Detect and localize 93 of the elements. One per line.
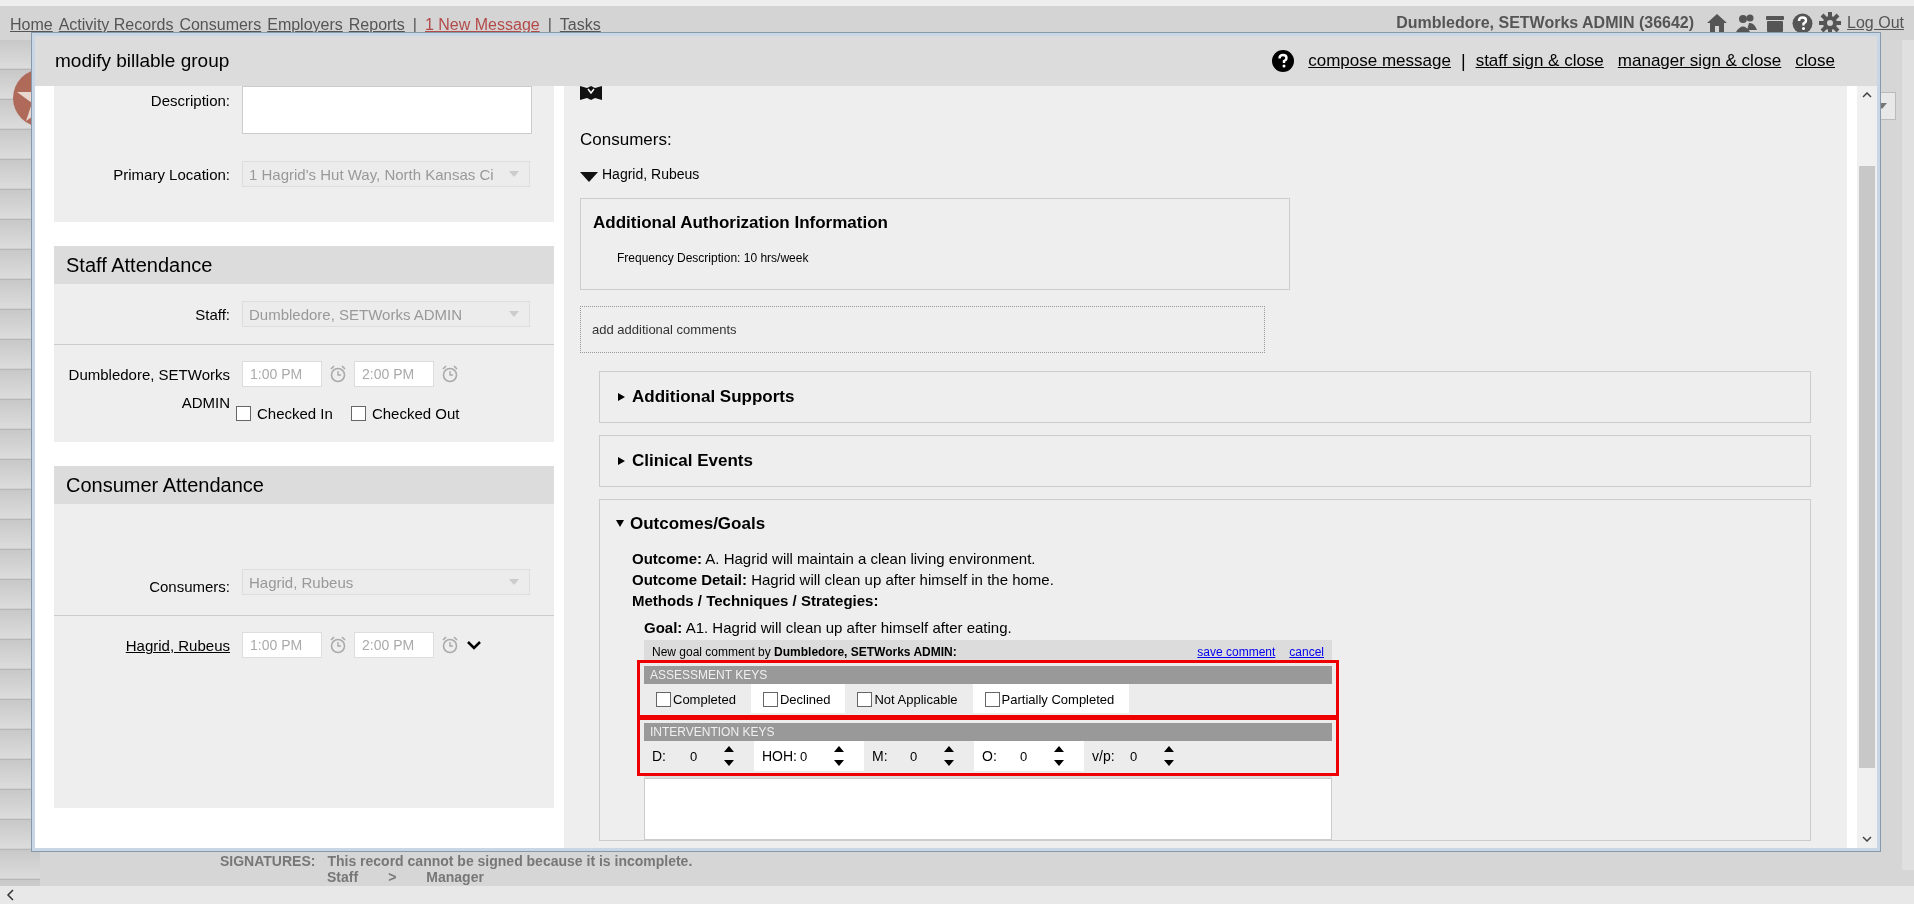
- caret-icon: [509, 579, 519, 585]
- signatures-label: SIGNATURES:: [220, 853, 316, 869]
- field-label: Consumers:: [580, 130, 673, 150]
- accordion-header[interactable]: Clinical Events: [600, 436, 1810, 486]
- comment-author: New goal comment by Dumbledore, SETWorks ADMIN:: [652, 645, 957, 659]
- step-label: Staff: [327, 869, 359, 885]
- checkbox-label: Checked In: [257, 405, 333, 422]
- section-title: Staff Attendance: [54, 246, 554, 284]
- triangle-icon: [618, 393, 626, 401]
- cancel-link[interactable]: cancel: [1289, 645, 1324, 659]
- key-label: O:: [982, 748, 998, 764]
- card-title: Additional Authorization Information: [593, 213, 889, 233]
- goal-text: Goal: A1. Hagrid will clean up after himself after eating.: [644, 619, 1013, 636]
- field-label: Consumers:: [148, 578, 230, 595]
- key-label: HOH:: [762, 748, 798, 764]
- clock-icon: [329, 636, 347, 654]
- checkbox[interactable]: [762, 692, 778, 707]
- field-label: Description:: [149, 92, 230, 109]
- keys-header: ASSESSMENT KEYS: [644, 666, 1332, 684]
- nav-link[interactable]: Tasks: [559, 16, 601, 34]
- staff-name: Dumbledore, SETWorks ADMIN: [67, 365, 230, 413]
- map-icon: [580, 86, 602, 100]
- people-icon: [1734, 13, 1759, 33]
- outcome-text: Outcome: A. Hagrid will maintain a clean living environment.: [632, 549, 1037, 569]
- message-link[interactable]: 1 New Message: [424, 16, 540, 34]
- number-field[interactable]: 0: [800, 745, 844, 767]
- nav-link[interactable]: Employers: [267, 16, 343, 34]
- spinner-arrows-icon: [944, 745, 954, 767]
- step-label: Manager: [426, 869, 484, 885]
- action-link[interactable]: compose message: [1308, 51, 1451, 71]
- home-icon: [1706, 13, 1729, 33]
- checkbox[interactable]: [984, 692, 1000, 707]
- save-link[interactable]: save comment: [1197, 645, 1276, 659]
- field-label: Primary Location:: [112, 165, 230, 183]
- accordion-header[interactable]: Additional Supports: [600, 372, 1810, 422]
- number-field[interactable]: 0: [690, 745, 734, 767]
- card-text: Frequency Description: 10 hrs/week: [617, 251, 810, 265]
- triangle-icon: [580, 172, 598, 182]
- checkbox[interactable]: [350, 406, 366, 421]
- action-link[interactable]: staff sign & close: [1475, 51, 1604, 71]
- outcome-text: Methods / Techniques / Strategies:: [632, 591, 880, 611]
- checkbox[interactable]: [857, 692, 873, 707]
- chevron-icon: [466, 640, 482, 650]
- key-label: v/p:: [1092, 748, 1116, 764]
- checkbox-label: Completed: [673, 692, 736, 707]
- separator: |: [1460, 50, 1466, 72]
- nav-link[interactable]: Activity Records: [58, 16, 174, 34]
- user-name: Dumbledore, SETWorks ADMIN (36642): [1396, 14, 1695, 32]
- clock-icon: [441, 365, 459, 383]
- number-field[interactable]: 0: [1020, 745, 1064, 767]
- key-label: M:: [872, 748, 889, 764]
- help-icon: [1272, 50, 1295, 72]
- caret-icon: [509, 171, 519, 177]
- spinner-arrows-icon: [724, 745, 734, 767]
- description-field[interactable]: [242, 86, 532, 134]
- consumer-link[interactable]: Hagrid, Rubeus: [54, 632, 230, 660]
- spinner-arrows-icon: [834, 745, 844, 767]
- box-icon: [1764, 13, 1787, 33]
- scrollbar[interactable]: [1857, 86, 1877, 848]
- nav-link[interactable]: Reports: [348, 16, 405, 34]
- outcome-text: Outcome Detail: Hagrid will clean up after himself in the home.: [632, 570, 1055, 590]
- number-field[interactable]: 0: [910, 745, 954, 767]
- triangle-icon: [618, 457, 626, 465]
- scroll-thumb[interactable]: [1859, 166, 1875, 768]
- field-label: Staff:: [194, 305, 230, 323]
- checkbox-label: Declined: [779, 692, 831, 707]
- action-link[interactable]: close: [1795, 51, 1835, 71]
- caret-icon: [509, 311, 519, 317]
- checkbox[interactable]: [656, 692, 671, 707]
- spinner-arrows-icon: [1164, 745, 1174, 767]
- accordion-header[interactable]: Outcomes/Goals: [600, 500, 1810, 548]
- action-link[interactable]: manager sign & close: [1617, 51, 1782, 71]
- signatures-text: This record cannot be signed because it is incomplete.: [327, 853, 693, 869]
- checkbox-label: Checked Out: [371, 405, 460, 422]
- logout-link[interactable]: Log Out: [1847, 14, 1904, 32]
- keys-header: INTERVENTION KEYS: [644, 723, 1332, 741]
- nav-link[interactable]: Home: [10, 16, 53, 34]
- triangle-icon: [616, 520, 624, 528]
- consumer-toggle[interactable]: Hagrid, Rubeus: [580, 166, 1837, 182]
- dialog-title: modify billable group: [55, 50, 230, 72]
- step-label: >: [388, 869, 397, 885]
- checkbox-label: Not Applicable: [874, 692, 958, 707]
- nav-link[interactable]: Consumers: [179, 16, 262, 34]
- section-title: Consumer Attendance: [54, 466, 554, 504]
- scrollbar[interactable]: [0, 886, 1914, 904]
- clock-icon: [441, 636, 459, 654]
- checkbox[interactable]: [236, 406, 251, 421]
- spinner-arrows-icon: [1054, 745, 1064, 767]
- number-field[interactable]: 0: [1130, 745, 1174, 767]
- checkbox-label: Partially Completed: [1001, 692, 1115, 707]
- key-label: D:: [652, 748, 667, 764]
- comment-field[interactable]: add additional comments: [580, 306, 1265, 353]
- clock-icon: [329, 365, 347, 383]
